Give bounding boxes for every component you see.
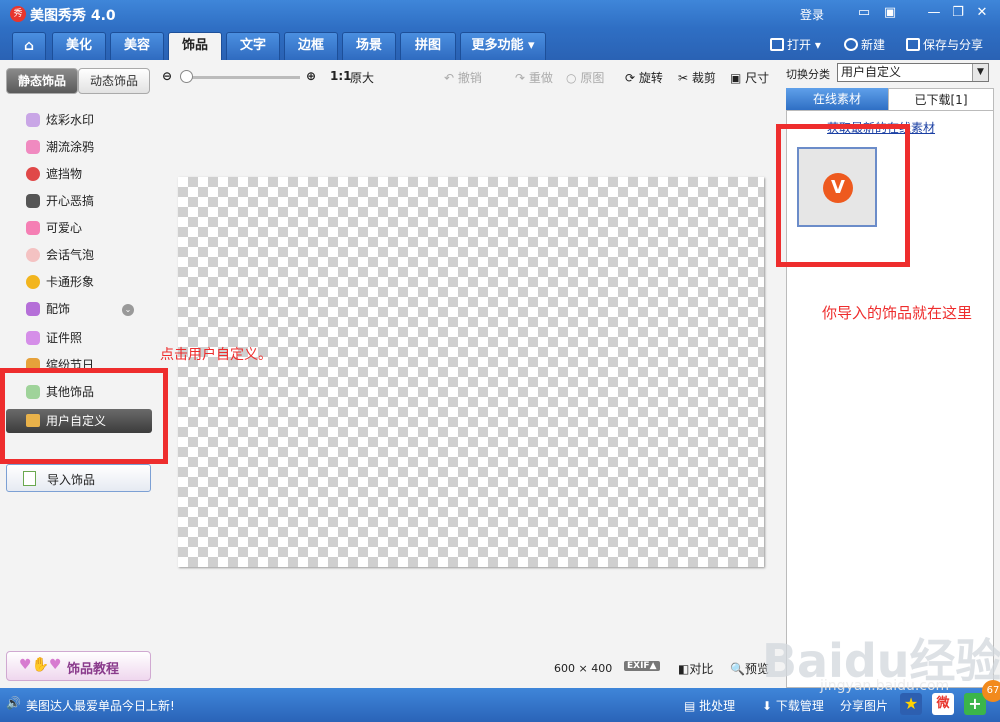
undo-icon: ↶ xyxy=(444,71,455,85)
tab-text[interactable]: 文字 xyxy=(226,32,280,60)
original-size-button[interactable]: 原大 xyxy=(350,69,374,86)
app-logo-icon: 秀 xyxy=(10,6,26,22)
chevron-down-icon: ▼ xyxy=(972,64,988,81)
compare-button[interactable]: ◧对比 xyxy=(678,660,713,677)
save-share-button[interactable]: 保存与分享 xyxy=(906,36,983,53)
feedback-icon[interactable]: ▭ xyxy=(856,5,872,21)
home-icon[interactable]: ⌂ xyxy=(12,32,46,60)
original-image-button[interactable]: ○ 原图 xyxy=(566,69,604,86)
prank-icon xyxy=(26,194,40,208)
minimize-icon[interactable]: — xyxy=(926,5,942,21)
tab-beautify[interactable]: 美化 xyxy=(52,32,106,60)
bow-icon xyxy=(26,302,40,316)
import-icon xyxy=(23,471,36,486)
app-title: 美图秀秀 4.0 xyxy=(30,8,116,24)
zoom-slider-handle[interactable] xyxy=(180,70,193,83)
tab-scene[interactable]: 场景 xyxy=(342,32,396,60)
zoom-out-icon[interactable]: ⊖ xyxy=(162,69,172,83)
close-icon[interactable]: ✕ xyxy=(974,5,990,21)
tab-more-features[interactable]: 更多功能 ▾ xyxy=(460,32,546,60)
sparkle-icon xyxy=(26,113,40,127)
tab-online-materials[interactable]: 在线素材 xyxy=(786,88,888,110)
actual-size-ratio[interactable]: 1:1 xyxy=(330,69,352,83)
zoom-in-icon[interactable]: ⊕ xyxy=(306,69,316,83)
rotate-button[interactable]: ⟳ 旋转 xyxy=(625,69,663,86)
weibo-icon[interactable]: 微 xyxy=(932,693,954,715)
baidu-watermark-url: jingyan.baidu.com xyxy=(820,678,950,694)
mask-icon xyxy=(26,167,40,181)
annotation-click-hint: 点击用户自定义。 xyxy=(160,347,272,363)
skin-icon[interactable]: ▣ xyxy=(882,5,898,21)
redo-icon: ↷ xyxy=(515,71,526,85)
tab-static-accessories[interactable]: 静态饰品 xyxy=(6,68,78,94)
tab-collage[interactable]: 拼图 xyxy=(400,32,456,60)
new-button[interactable]: 新建 xyxy=(844,36,885,53)
tab-accessories[interactable]: 饰品 xyxy=(168,32,222,60)
batch-icon: ▤ xyxy=(684,699,700,713)
speaker-icon: 🔊 xyxy=(6,696,21,710)
tab-frame[interactable]: 边框 xyxy=(284,32,338,60)
title-bar: 秀 美图秀秀 4.0 登录 ▭ ▣ — ❐ ✕ xyxy=(0,0,1000,28)
annotation-box-thumbnail xyxy=(776,124,910,267)
compare-icon: ◧ xyxy=(678,662,690,676)
crop-button[interactable]: ✂ 裁剪 xyxy=(678,69,716,86)
plus-icon xyxy=(844,38,858,51)
tab-beauty[interactable]: 美容 xyxy=(110,32,164,60)
expand-chevron-icon[interactable]: ⌄ xyxy=(122,304,134,316)
size-button[interactable]: ▣ 尺寸 xyxy=(730,69,769,86)
exif-button[interactable]: EXIF▲ xyxy=(624,661,660,671)
redo-button[interactable]: ↷ 重做 xyxy=(515,69,553,86)
import-accessory-button[interactable]: 导入饰品 xyxy=(6,464,151,492)
id-photo-icon xyxy=(26,331,40,345)
editor-toolbar: ⊖ ⊕ 1:1 原大 ↶ 撤销 ↷ 重做 ○ 原图 ⟳ 旋转 ✂ 裁剪 ▣ 尺寸 xyxy=(160,66,780,88)
tab-downloaded[interactable]: 已下载[1] xyxy=(888,88,994,110)
image-canvas[interactable] xyxy=(178,177,764,567)
rotate-icon: ⟳ xyxy=(625,71,636,85)
scissors-icon: ✂ xyxy=(678,71,689,85)
zoom-slider[interactable] xyxy=(182,76,300,79)
save-icon xyxy=(906,38,920,51)
accessory-tutorial-button[interactable]: ♥✋♥ 饰品教程 xyxy=(6,651,151,681)
resize-icon: ▣ xyxy=(730,71,742,85)
annotation-imported-hint: 你导入的饰品就在这里 xyxy=(822,304,973,322)
download-icon: ⬇ xyxy=(762,699,776,713)
login-link[interactable]: 登录 xyxy=(800,6,824,23)
heart-icon xyxy=(26,221,40,235)
cartoon-icon xyxy=(26,275,40,289)
hand-icon: ♥✋♥ xyxy=(19,657,62,673)
preview-icon: 🔍 xyxy=(730,662,745,676)
folder-icon xyxy=(770,38,784,51)
tab-animated-accessories[interactable]: 动态饰品 xyxy=(78,68,150,94)
category-select[interactable]: 用户自定义 ▼ xyxy=(837,63,989,82)
open-button[interactable]: 打开 ▾ xyxy=(770,36,821,53)
undo-button[interactable]: ↶ 撤销 xyxy=(444,69,482,86)
switch-category-label: 切换分类 xyxy=(786,68,830,81)
lips-icon xyxy=(26,140,40,154)
notification-badge[interactable]: 67 xyxy=(982,680,1000,702)
canvas-dimensions: 600 × 400 xyxy=(554,662,613,675)
qzone-star-icon[interactable]: ★ xyxy=(900,693,922,715)
status-message[interactable]: 美图达人最爱单品今日上新! xyxy=(26,697,175,714)
annotation-box-user-defined xyxy=(0,368,168,464)
batch-process-button[interactable]: ▤ 批处理 xyxy=(684,697,735,714)
share-image-label: 分享图片 xyxy=(840,699,889,713)
download-manager-button[interactable]: ⬇ 下载管理 xyxy=(762,697,824,714)
maximize-icon[interactable]: ❐ xyxy=(950,5,966,21)
circle-icon: ○ xyxy=(566,71,577,85)
speech-bubble-icon xyxy=(26,248,40,262)
